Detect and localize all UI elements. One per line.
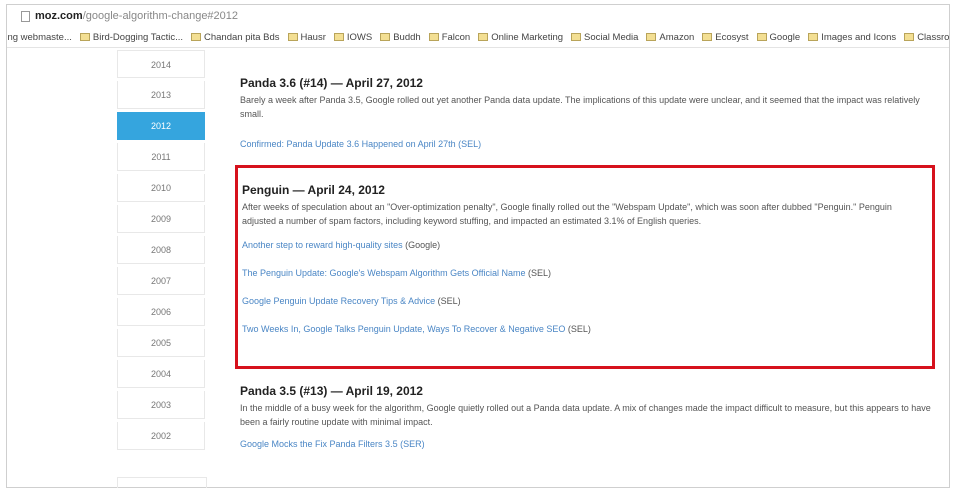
year-tab[interactable]: 2004 (117, 360, 205, 388)
folder-icon (808, 33, 819, 41)
bookmark-item[interactable]: Chandan pita Bds (191, 32, 280, 43)
page-icon (191, 33, 201, 41)
highlight-box (235, 165, 935, 369)
year-tab-active[interactable]: 2012 (117, 112, 205, 140)
bookmark-folder[interactable]: Amazon (646, 32, 694, 43)
folder-icon (646, 33, 657, 41)
year-tab[interactable]: 2006 (117, 298, 205, 326)
bookmark-folder[interactable]: Buddh (380, 32, 421, 43)
update-link[interactable]: Google Mocks the Fix Panda Filters 3.5 (… (240, 439, 934, 449)
bookmark-folder[interactable]: Images and Icons (808, 32, 896, 43)
bookmark-folder[interactable]: Hausr (287, 32, 326, 43)
update-title: Panda 3.5 (#13) — April 19, 2012 (240, 384, 423, 398)
bookmark-folder[interactable]: Social Media (571, 32, 638, 43)
bookmark-folder[interactable]: Falcon (428, 32, 470, 43)
folder-icon (287, 33, 298, 41)
update-body: Barely a week after Panda 3.5, Google ro… (240, 95, 920, 119)
bookmark-folder[interactable]: IOWS (333, 32, 372, 43)
year-tab-partial (117, 477, 207, 488)
year-tab[interactable]: 2003 (117, 391, 205, 419)
year-tab[interactable]: 2007 (117, 267, 205, 295)
year-tab[interactable]: 2013 (117, 81, 205, 109)
address-domain: moz.com (35, 10, 83, 22)
folder-icon (756, 33, 767, 41)
year-tab[interactable]: 2010 (117, 174, 205, 202)
page-icon (79, 33, 90, 41)
bookmark-item[interactable]: Bird-Dogging Tactic... (79, 32, 183, 43)
folder-icon (571, 33, 582, 41)
bookmark-folder[interactable]: Google (756, 32, 800, 43)
year-tab[interactable]: 2011 (117, 143, 205, 171)
bookmark-folder[interactable]: Ecosyst (702, 32, 749, 43)
bookmark-item[interactable]: Bing webmaste... (7, 32, 72, 43)
year-tab[interactable]: 2014 (117, 50, 205, 78)
folder-icon (702, 33, 713, 41)
folder-icon (428, 33, 439, 41)
year-tab[interactable]: 2002 (117, 422, 205, 450)
update-panda-3-6: Panda 3.6 (#14) — April 27, 2012 Barely … (240, 76, 934, 149)
year-tab[interactable]: 2009 (117, 205, 205, 233)
bookmark-folder[interactable]: Classroo (904, 32, 949, 43)
bookmark-folder[interactable]: Online Marketing (478, 32, 563, 43)
address-path: /google-algorithm-change#2012 (82, 10, 239, 22)
year-tab[interactable]: 2008 (117, 236, 205, 264)
page-icon (21, 10, 30, 22)
address-bar[interactable]: moz.com /google-algorithm-change#2012 (7, 5, 949, 27)
folder-icon (333, 33, 344, 41)
folder-icon (904, 33, 915, 41)
folder-icon (478, 33, 489, 41)
folder-icon (380, 33, 391, 41)
update-link[interactable]: Confirmed: Panda Update 3.6 Happened on … (240, 139, 934, 149)
year-nav: 2014 2013 2012 2011 2010 2009 2008 2007 … (113, 50, 209, 453)
year-tab[interactable]: 2005 (117, 329, 205, 357)
update-body: In the middle of a busy week for the alg… (240, 403, 931, 427)
update-panda-3-5: Panda 3.5 (#13) — April 19, 2012 In the … (240, 384, 934, 449)
bookmarks-bar: Bing webmaste... Bird-Dogging Tactic... … (7, 27, 949, 48)
update-title: Panda 3.6 (#14) — April 27, 2012 (240, 76, 423, 90)
